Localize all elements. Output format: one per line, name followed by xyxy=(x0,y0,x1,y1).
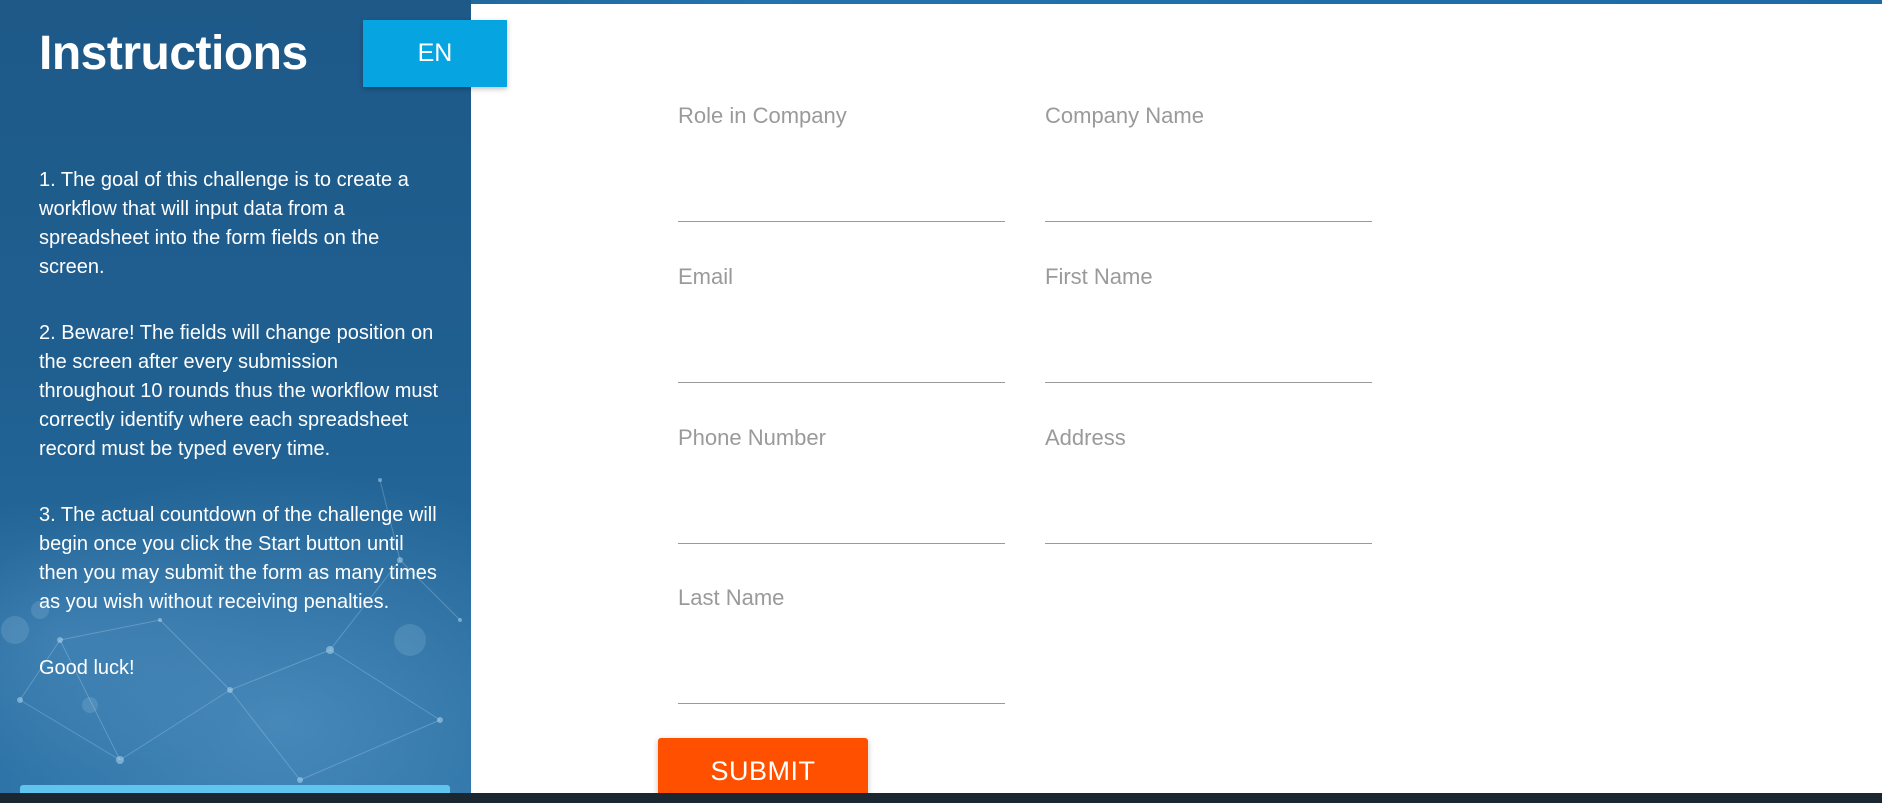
field-company-name: Company Name xyxy=(1045,102,1372,222)
instructions-panel: Instructions 1. The goal of this challen… xyxy=(0,0,471,793)
address-input[interactable] xyxy=(1045,508,1372,544)
instruction-step-3: 3. The actual countdown of the challenge… xyxy=(39,504,437,613)
field-label: Company Name xyxy=(1045,103,1204,128)
field-address: Address xyxy=(1045,424,1372,544)
role-in-company-input[interactable] xyxy=(678,186,1005,222)
instructions-text: 1. The goal of this challenge is to crea… xyxy=(39,166,439,720)
field-label: First Name xyxy=(1045,264,1153,289)
field-label: Role in Company xyxy=(678,103,847,128)
instruction-step-1: 1. The goal of this challenge is to crea… xyxy=(39,169,409,278)
first-name-input[interactable] xyxy=(1045,347,1372,383)
field-label: Email xyxy=(678,264,734,289)
phone-number-input[interactable] xyxy=(678,508,1005,544)
field-label: Last Name xyxy=(678,585,785,610)
last-name-input[interactable] xyxy=(678,668,1005,704)
field-label: Phone Number xyxy=(678,425,826,450)
good-luck-text: Good luck! xyxy=(39,657,135,679)
email-input[interactable] xyxy=(678,347,1005,383)
language-button[interactable]: EN xyxy=(363,20,507,87)
start-button[interactable] xyxy=(20,785,450,793)
submit-button[interactable]: SUBMIT xyxy=(658,738,868,796)
field-last-name: Last Name xyxy=(678,584,1005,704)
field-role-in-company: Role in Company xyxy=(678,102,1005,222)
field-first-name: First Name xyxy=(1045,263,1372,383)
instructions-title: Instructions xyxy=(39,27,308,80)
field-phone-number: Phone Number xyxy=(678,424,1005,544)
bottom-taskbar-strip xyxy=(0,793,1882,803)
company-name-input[interactable] xyxy=(1045,186,1372,222)
instruction-step-2: 2. Beware! The fields will change positi… xyxy=(39,322,439,460)
field-email: Email xyxy=(678,263,1005,383)
field-label: Address xyxy=(1045,425,1126,450)
